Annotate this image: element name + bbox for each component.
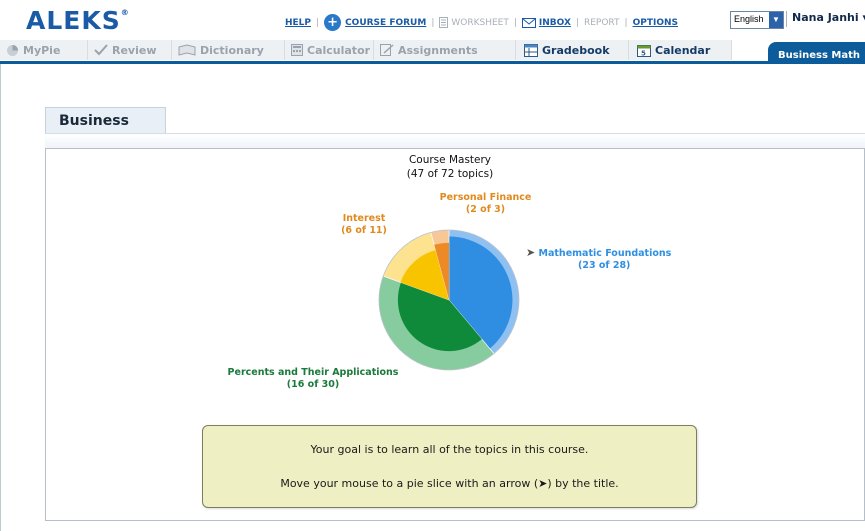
goal-line-1: Your goal is to learn all of the topics … <box>310 443 589 456</box>
tab-assignments: Assignments <box>374 40 516 60</box>
tab-label: Dictionary <box>200 43 264 57</box>
tab-calculator: Calculator <box>285 40 374 60</box>
tab-mypie: MyPie <box>0 40 88 60</box>
tab-review: Review <box>88 40 172 60</box>
inbox-link[interactable]: INBOX <box>539 18 571 28</box>
divider: | <box>431 17 435 28</box>
envelope-icon[interactable] <box>521 17 536 28</box>
tab-label: Calendar <box>655 43 711 57</box>
slice-label-name: Interest <box>342 213 386 224</box>
report-link: REPORT <box>583 17 620 28</box>
mastery-heading: Course Mastery <box>408 154 492 166</box>
language-select[interactable]: English ▼ <box>730 11 784 29</box>
tab-gradebook[interactable]: Gradebook <box>516 40 629 60</box>
divider: | <box>316 17 320 28</box>
left-border <box>0 40 1 531</box>
tab-label: Calculator <box>307 43 371 57</box>
help-link[interactable]: HELP <box>285 18 311 28</box>
options-link[interactable]: OPTIONS <box>633 18 678 28</box>
worksheet-icon <box>439 17 449 28</box>
logo-mark: ® <box>120 8 130 17</box>
tab-label: MyPie <box>23 43 61 57</box>
app-header: ALEKS® HELP | + COURSE FORUM | WORKSHEET… <box>0 0 865 40</box>
assignment-icon <box>380 44 394 56</box>
mastery-count: (47 of 72 topics) <box>406 168 494 180</box>
course-title-tab: Business Math <box>45 107 166 156</box>
slice-label-count: (23 of 28) <box>578 260 631 271</box>
aleks-logo: ALEKS® <box>26 6 130 35</box>
forum-plus-icon[interactable]: + <box>324 14 342 31</box>
slice-label-name-row: ➤ Mathematic Foundations <box>526 247 686 260</box>
slice-label-personal-finance[interactable]: Personal Finance (2 of 3) <box>433 192 538 216</box>
aleks-window: ALEKS® HELP | + COURSE FORUM | WORKSHEET… <box>0 0 865 531</box>
user-menu[interactable]: Nana Janhi ▾ <box>792 11 865 24</box>
arrow-icon: ➤ <box>526 246 536 259</box>
tab-calendar[interactable]: 5 Calendar <box>629 40 732 60</box>
worksheet-link: WORKSHEET <box>451 17 509 28</box>
main-nav: MyPie Review Dictionary Calculator Assig… <box>0 40 865 64</box>
tab-underline <box>45 133 865 149</box>
tab-label: Review <box>112 43 157 57</box>
slice-label-count: (16 of 30) <box>286 379 340 390</box>
language-value: English <box>734 14 764 24</box>
divider: | <box>624 17 628 28</box>
calendar-icon: 5 <box>637 44 651 57</box>
top-links: HELP | + COURSE FORUM | WORKSHEET | INBO… <box>285 14 678 31</box>
goal-line-2: Move your mouse to a pie slice with an a… <box>280 477 619 490</box>
gradebook-icon <box>524 43 538 57</box>
slice-label-math-foundations[interactable]: ➤ Mathematic Foundations (23 of 28) <box>526 247 686 272</box>
tab-label: Gradebook <box>542 43 610 57</box>
divider: | <box>575 17 579 28</box>
check-pencil-icon <box>94 44 108 56</box>
goal-message-box: Your goal is to learn all of the topics … <box>202 425 697 508</box>
chevron-down-icon[interactable]: ▼ <box>769 12 783 28</box>
slice-label-name: Mathematic Foundations <box>538 248 672 259</box>
slice-label-name: Personal Finance <box>439 192 532 203</box>
svg-text:5: 5 <box>641 49 646 57</box>
divider: | <box>513 17 517 28</box>
tab-label: Assignments <box>398 43 478 57</box>
mastery-pie-chart[interactable] <box>374 225 524 375</box>
tab-dictionary: Dictionary <box>172 40 285 60</box>
course-forum-link[interactable]: COURSE FORUM <box>345 18 426 28</box>
book-icon <box>178 44 196 56</box>
calculator-icon <box>291 44 303 56</box>
course-mastery-title: Course Mastery (47 of 72 topics) <box>360 153 540 181</box>
divider <box>786 11 787 27</box>
course-tab-business-math[interactable]: Business Math <box>768 42 865 62</box>
pie-icon <box>7 44 18 56</box>
slice-label-count: (2 of 3) <box>465 204 506 215</box>
logo-text: ALEKS <box>26 6 121 35</box>
